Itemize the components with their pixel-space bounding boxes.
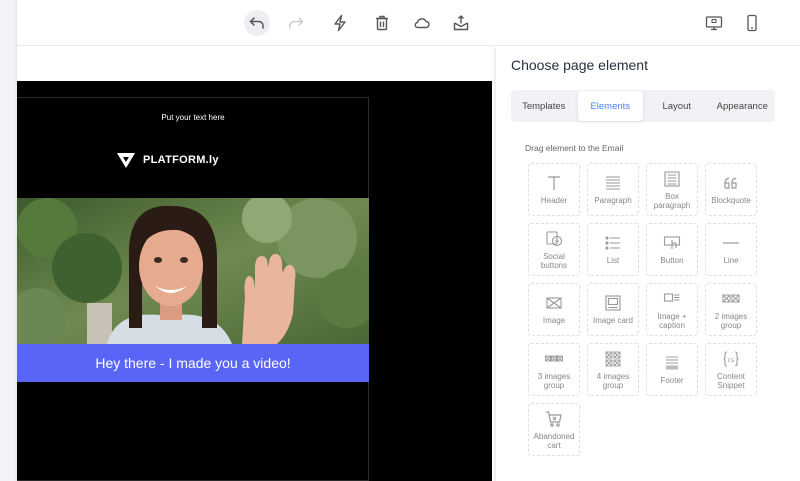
element-four-images[interactable]: 4 images group [587, 343, 639, 396]
element-header[interactable]: Header [528, 163, 580, 216]
box-paragraph-icon [663, 170, 681, 188]
elements-grid: Header Paragraph Box paragraph Blockquot… [528, 163, 757, 456]
desktop-icon[interactable] [701, 10, 727, 36]
element-label: 2 images group [714, 311, 748, 330]
element-label: Footer [660, 376, 684, 385]
element-list[interactable]: List [587, 223, 639, 276]
four-images-icon [604, 350, 622, 368]
tab-appearance[interactable]: Appearance [710, 90, 776, 122]
element-label: Line [723, 256, 739, 265]
two-images-icon [722, 290, 740, 308]
export-icon[interactable] [448, 10, 474, 36]
image-card-icon [604, 294, 622, 312]
list-icon [604, 234, 622, 252]
element-label: Image card [592, 316, 634, 325]
trash-icon[interactable] [369, 10, 395, 36]
cart-icon [545, 410, 563, 428]
image-caption-icon [663, 290, 681, 308]
svg-text:cs: cs [728, 357, 734, 364]
element-label: Content Snippet [716, 371, 746, 390]
logo: PLATFORM.ly [115, 150, 219, 170]
element-social-buttons[interactable]: Social buttons [528, 223, 580, 276]
mobile-icon[interactable] [739, 10, 765, 36]
toolbar [17, 0, 800, 46]
element-box-paragraph[interactable]: Box paragraph [646, 163, 698, 216]
logo-mark-icon [117, 153, 135, 168]
element-label: Paragraph [594, 196, 632, 205]
snippet-icon: cs [722, 350, 740, 368]
tab-templates[interactable]: Templates [511, 90, 577, 122]
email-preview[interactable]: Put your text here PLATFORM.ly Hey there… [17, 97, 369, 481]
element-label: Box paragraph [653, 191, 691, 210]
tab-layout[interactable]: Layout [644, 90, 710, 122]
video-thumbnail[interactable] [17, 198, 369, 344]
element-label: Image [542, 316, 566, 325]
element-label: Abandoned cart [533, 431, 575, 450]
element-line[interactable]: Line [705, 223, 757, 276]
element-paragraph[interactable]: Paragraph [587, 163, 639, 216]
line-icon [722, 234, 740, 252]
paragraph-icon [604, 174, 622, 192]
tab-elements[interactable]: Elements [577, 91, 643, 121]
element-panel: Choose page element Templates Elements L… [496, 47, 800, 481]
quote-icon [722, 174, 740, 192]
element-label: Social buttons [540, 251, 568, 270]
element-three-images[interactable]: 3 images group [528, 343, 580, 396]
element-footer[interactable]: Footer [646, 343, 698, 396]
element-two-images[interactable]: 2 images group [705, 283, 757, 336]
email-top-text[interactable]: Put your text here [17, 113, 369, 122]
lightning-icon[interactable] [327, 10, 353, 36]
element-button[interactable]: Button [646, 223, 698, 276]
social-icon [545, 230, 563, 248]
image-icon [545, 294, 563, 312]
element-image-card[interactable]: Image card [587, 283, 639, 336]
video-thumbnail-image [17, 198, 369, 344]
header-icon [545, 174, 563, 192]
element-label: List [606, 256, 620, 265]
undo-icon[interactable] [244, 10, 270, 36]
element-label: Blockquote [711, 196, 751, 205]
panel-title: Choose page element [511, 57, 648, 73]
email-canvas: Put your text here PLATFORM.ly Hey there… [17, 47, 494, 481]
element-label: 4 images group [596, 371, 630, 390]
button-icon [663, 234, 681, 252]
element-image[interactable]: Image [528, 283, 580, 336]
element-content-snippet[interactable]: cs Content Snippet [705, 343, 757, 396]
element-label: Button [660, 256, 684, 265]
element-label: Image + caption [657, 311, 687, 330]
three-images-icon [545, 350, 563, 368]
panel-tabs: Templates Elements Layout Appearance [511, 90, 775, 122]
logo-text: PLATFORM.ly [143, 154, 219, 166]
element-label: 3 images group [537, 371, 571, 390]
element-blockquote[interactable]: Blockquote [705, 163, 757, 216]
element-abandoned-cart[interactable]: Abandoned cart [528, 403, 580, 456]
redo-icon[interactable] [283, 10, 309, 36]
footer-icon [663, 354, 681, 372]
drag-hint: Drag element to the Email [525, 143, 624, 153]
element-label: Header [540, 196, 568, 205]
video-banner[interactable]: Hey there - I made you a video! [17, 344, 369, 382]
element-image-caption[interactable]: Image + caption [646, 283, 698, 336]
app-frame: Put your text here PLATFORM.ly Hey there… [17, 0, 800, 481]
canvas-background: Put your text here PLATFORM.ly Hey there… [17, 81, 492, 481]
cloud-icon[interactable] [409, 10, 435, 36]
